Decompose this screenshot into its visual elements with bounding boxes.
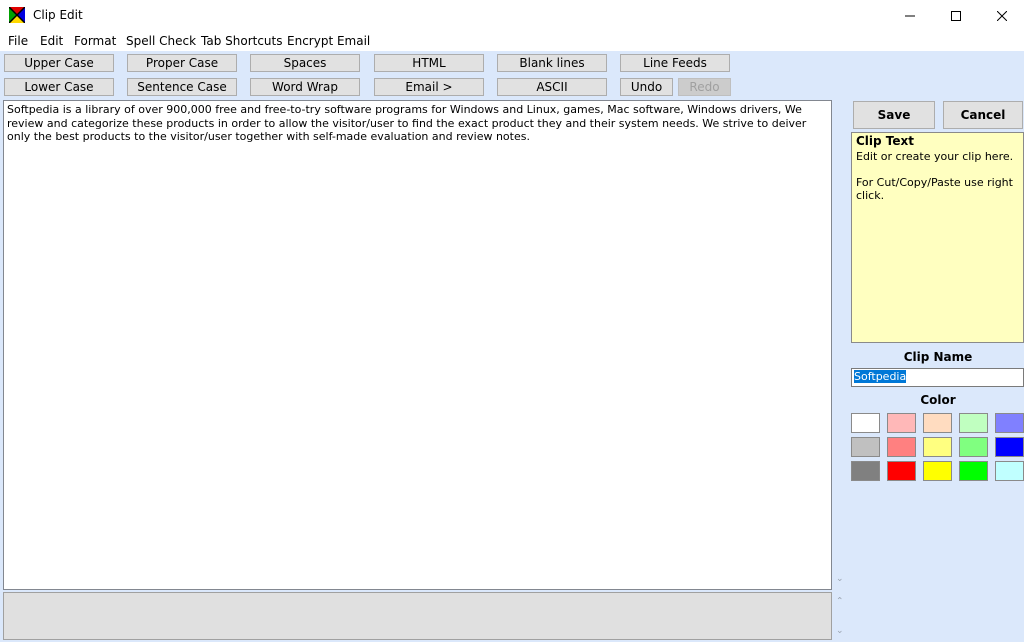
scroll-down-icon[interactable]: ⌄ — [836, 626, 844, 636]
word-wrap-button[interactable]: Word Wrap — [250, 78, 360, 96]
color-label: Color — [920, 393, 956, 407]
blank-lines-button[interactable]: Blank lines — [497, 54, 607, 72]
help-box: Clip Text Edit or create your clip here.… — [851, 132, 1024, 343]
lower-case-button[interactable]: Lower Case — [4, 78, 114, 96]
color-swatch[interactable] — [887, 413, 916, 433]
close-button[interactable] — [979, 0, 1024, 31]
undo-button[interactable]: Undo — [620, 78, 673, 96]
menu-format[interactable]: Format — [74, 34, 116, 48]
window-title: Clip Edit — [33, 8, 83, 22]
clip-name-label: Clip Name — [903, 350, 973, 364]
clip-name-input[interactable]: Softpedia — [851, 368, 1024, 387]
title-bar: Clip Edit — [0, 0, 1024, 31]
maximize-icon — [951, 10, 961, 21]
help-line-1: Edit or create your clip here. — [856, 150, 1014, 163]
bottom-panel — [3, 592, 832, 640]
color-swatch[interactable] — [851, 461, 880, 481]
color-swatch[interactable] — [851, 437, 880, 457]
close-icon — [997, 10, 1007, 21]
toolbar: Upper Case Proper Case Spaces HTML Blank… — [0, 51, 1024, 101]
color-swatch[interactable] — [959, 413, 988, 433]
color-swatch[interactable] — [959, 461, 988, 481]
cancel-button[interactable]: Cancel — [943, 101, 1023, 129]
help-line-2: For Cut/Copy/Paste use right click. — [856, 176, 1013, 202]
menu-edit[interactable]: Edit — [40, 34, 63, 48]
ascii-button[interactable]: ASCII — [497, 78, 607, 96]
color-swatch[interactable] — [851, 413, 880, 433]
spaces-button[interactable]: Spaces — [250, 54, 360, 72]
scroll-up-icon[interactable]: ⌄ — [836, 594, 844, 604]
color-swatch[interactable] — [959, 437, 988, 457]
bottom-scrollbar[interactable]: ⌄ ⌄ — [833, 592, 848, 642]
save-button[interactable]: Save — [853, 101, 935, 129]
email-button[interactable]: Email > — [374, 78, 484, 96]
help-title: Clip Text — [856, 134, 915, 148]
scroll-down-icon[interactable]: ⌄ — [836, 574, 844, 584]
proper-case-button[interactable]: Proper Case — [127, 54, 237, 72]
color-swatch[interactable] — [995, 437, 1024, 457]
html-button[interactable]: HTML — [374, 54, 484, 72]
sentence-case-button[interactable]: Sentence Case — [127, 78, 237, 96]
menu-spell-check[interactable]: Spell Check — [126, 34, 196, 48]
color-swatch[interactable] — [995, 413, 1024, 433]
menu-file[interactable]: File — [8, 34, 28, 48]
minimize-button[interactable] — [887, 0, 933, 31]
maximize-button[interactable] — [933, 0, 979, 31]
color-swatch[interactable] — [887, 437, 916, 457]
menu-bar: File Edit Format Spell Check Tab Shortcu… — [0, 31, 1024, 51]
upper-case-button[interactable]: Upper Case — [4, 54, 114, 72]
editor-scrollbar[interactable]: ⌄ — [833, 100, 848, 590]
color-swatch[interactable] — [887, 461, 916, 481]
color-swatch[interactable] — [923, 461, 952, 481]
line-feeds-button[interactable]: Line Feeds — [620, 54, 730, 72]
color-swatch[interactable] — [923, 437, 952, 457]
color-swatch[interactable] — [995, 461, 1024, 481]
menu-encrypt-email[interactable]: Encrypt Email — [287, 34, 370, 48]
clip-text-editor[interactable]: Softpedia is a library of over 900,000 f… — [3, 100, 832, 590]
redo-button: Redo — [678, 78, 731, 96]
color-swatch[interactable] — [923, 413, 952, 433]
clip-name-value: Softpedia — [854, 370, 907, 383]
minimize-icon — [905, 15, 915, 16]
menu-tab-shortcuts[interactable]: Tab Shortcuts — [201, 34, 283, 48]
app-icon — [9, 7, 25, 23]
